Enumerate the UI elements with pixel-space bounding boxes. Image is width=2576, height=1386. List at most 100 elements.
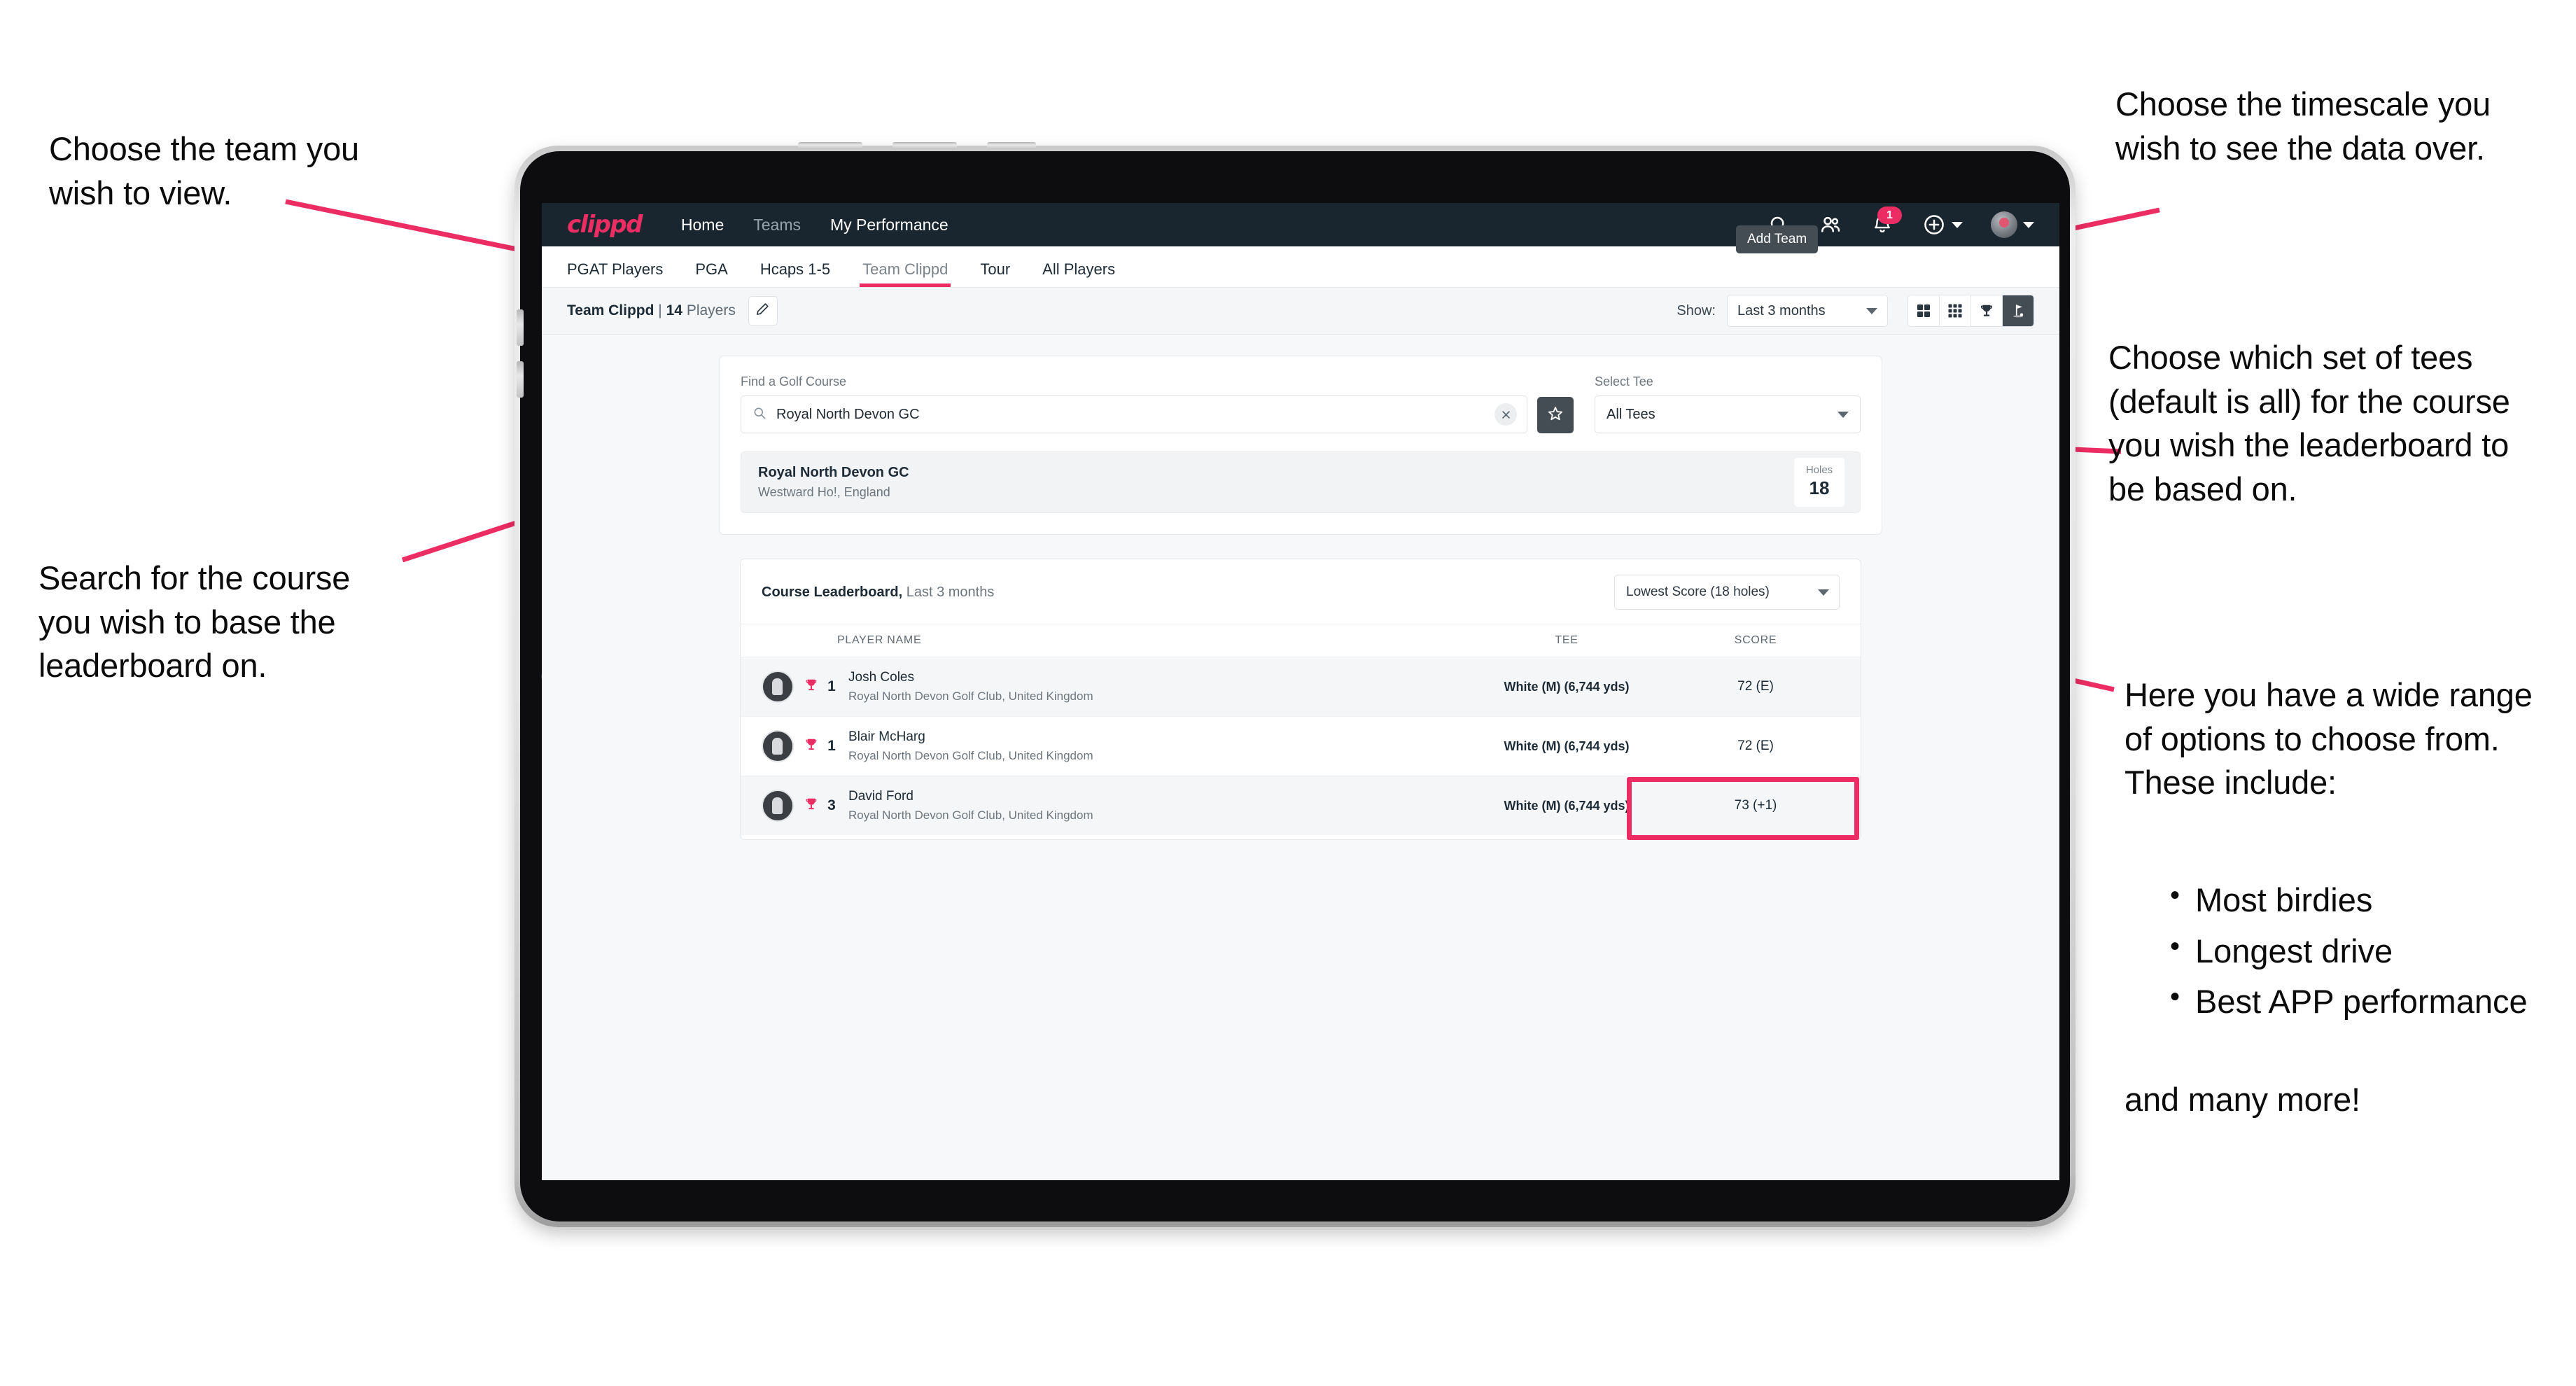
course-search-input[interactable]: Royal North Devon GC bbox=[741, 396, 1527, 433]
player-rank: 1 bbox=[827, 738, 836, 754]
course-leaderboard-card: Course Leaderboard, Last 3 months Lowest… bbox=[740, 559, 1861, 840]
select-tee-label: Select Tee bbox=[1595, 374, 1653, 388]
tablet-device-frame: clippd Home Teams My Performance 1 PGAT … bbox=[514, 142, 2076, 1227]
add-menu[interactable] bbox=[1922, 213, 1963, 237]
people-icon[interactable] bbox=[1819, 213, 1842, 237]
leaderboard-metric-value: Lowest Score (18 holes) bbox=[1626, 584, 1770, 599]
team-summary: Team Clippd | 14 Players bbox=[567, 302, 736, 319]
annotation-select-tees: Choose which set of tees (default is all… bbox=[2108, 339, 2510, 507]
team-tabs: PGAT Players PGA Hcaps 1-5 Team Clippd T… bbox=[542, 246, 2059, 288]
player-club: Royal North Devon Golf Club, United King… bbox=[848, 808, 1093, 822]
chevron-down-icon bbox=[1866, 307, 1877, 314]
player-tee: White (M) (6,744 yds) bbox=[1504, 738, 1630, 753]
annotation-search-course: Search for the course you wish to base t… bbox=[38, 559, 351, 684]
tee-select-value: All Tees bbox=[1606, 406, 1656, 422]
player-score: 73 (+1) bbox=[1734, 798, 1777, 813]
grid-2x2-icon-button[interactable] bbox=[1908, 295, 1940, 326]
golf-flag-icon-button[interactable] bbox=[2003, 295, 2033, 326]
list-item: Most birdies bbox=[2163, 877, 2576, 923]
player-name: David Ford bbox=[848, 789, 913, 804]
leaderboard-subtitle: Last 3 months bbox=[906, 584, 995, 600]
leaderboard-title-main: Course Leaderboard, bbox=[762, 584, 903, 600]
column-player-name: PLAYER NAME bbox=[837, 634, 922, 646]
plus-icon[interactable] bbox=[1922, 213, 1946, 237]
volume-down-button bbox=[892, 142, 957, 149]
tab-all-players[interactable]: All Players bbox=[1042, 260, 1115, 287]
tab-team-clippd[interactable]: Team Clippd bbox=[860, 260, 951, 287]
trophy-icon bbox=[804, 677, 819, 697]
course-search-column: Find a Golf Course Royal North Devon GC bbox=[741, 374, 1527, 433]
timescale-select[interactable]: Last 3 months bbox=[1727, 295, 1888, 327]
chevron-down-icon bbox=[1818, 589, 1829, 596]
leaderboard-title: Course Leaderboard, Last 3 months bbox=[762, 584, 994, 601]
grid-3x3-icon-button[interactable] bbox=[1940, 295, 1971, 326]
trophy-icon bbox=[804, 796, 819, 816]
volume-up-button bbox=[798, 142, 862, 149]
search-icon bbox=[752, 406, 766, 424]
tab-tour[interactable]: Tour bbox=[980, 260, 1010, 287]
power-button bbox=[987, 142, 1036, 149]
avatar[interactable] bbox=[1991, 211, 2017, 238]
timescale-value: Last 3 months bbox=[1737, 302, 1826, 318]
chevron-down-icon bbox=[2023, 221, 2034, 228]
leaderboard-player-cell: 1 Josh Coles Royal North Devon Golf Club… bbox=[762, 670, 1462, 704]
clippd-logo[interactable]: clippd bbox=[567, 211, 643, 239]
pencil-icon bbox=[755, 302, 770, 320]
find-course-label: Find a Golf Course bbox=[741, 374, 847, 388]
view-toggle-group bbox=[1907, 295, 2034, 327]
player-score: 72 (E) bbox=[1737, 738, 1774, 753]
annotation-options-intro: Here you have a wide range of options to… bbox=[2124, 676, 2533, 801]
player-score: 72 (E) bbox=[1737, 679, 1774, 694]
holes-value: 18 bbox=[1809, 477, 1830, 498]
player-rank: 1 bbox=[827, 678, 836, 694]
account-menu[interactable] bbox=[1991, 211, 2034, 238]
close-icon[interactable] bbox=[1494, 403, 1517, 426]
leaderboard-metric-select[interactable]: Lowest Score (18 holes) bbox=[1614, 575, 1840, 610]
favourite-course-button[interactable] bbox=[1537, 397, 1574, 433]
add-team-tooltip: Add Team bbox=[1736, 225, 1819, 253]
annotation-timescale: Choose the timescale you wish to see the… bbox=[2115, 85, 2491, 167]
tab-pga[interactable]: PGA bbox=[695, 260, 727, 287]
trophy-icon bbox=[804, 736, 819, 757]
course-result-text: Royal North Devon GC Westward Ho!, Engla… bbox=[758, 465, 909, 500]
table-row[interactable]: 1 Blair McHarg Royal North Devon Golf Cl… bbox=[741, 716, 1861, 776]
course-name: Royal North Devon GC bbox=[758, 465, 909, 480]
trophy-icon-button[interactable] bbox=[1971, 295, 2003, 326]
list-item: Best APP performance bbox=[2163, 979, 2576, 1024]
side-button-a bbox=[517, 309, 524, 346]
chevron-down-icon bbox=[1952, 221, 1963, 228]
avatar bbox=[762, 730, 794, 762]
player-name: Blair McHarg bbox=[848, 729, 925, 744]
annotation-options-list: Most birdies Longest drive Best APP perf… bbox=[2163, 877, 2576, 1031]
course-result-item[interactable]: Royal North Devon GC Westward Ho!, Engla… bbox=[741, 451, 1861, 513]
toolbar-right: Show: Last 3 months bbox=[1676, 295, 2034, 327]
leaderboard-header: Course Leaderboard, Last 3 months Lowest… bbox=[741, 559, 1861, 624]
nav-link-my-performance[interactable]: My Performance bbox=[830, 216, 948, 234]
column-score: SCORE bbox=[1734, 634, 1777, 646]
table-row[interactable]: 1 Josh Coles Royal North Devon Golf Club… bbox=[741, 657, 1861, 716]
holes-badge: Holes 18 bbox=[1794, 458, 1844, 507]
team-name: Team Clippd bbox=[567, 302, 654, 318]
course-search-value: Royal North Devon GC bbox=[776, 406, 920, 422]
tab-hcaps-1-5[interactable]: Hcaps 1-5 bbox=[760, 260, 830, 287]
player-name: Josh Coles bbox=[848, 670, 914, 685]
edit-team-button[interactable] bbox=[748, 296, 778, 326]
annotation-choose-team: Choose the team you wish to view. bbox=[49, 130, 359, 211]
player-tee: White (M) (6,744 yds) bbox=[1504, 798, 1630, 813]
course-search-row: Find a Golf Course Royal North Devon GC bbox=[741, 374, 1861, 433]
tee-select-column: Select Tee All Tees bbox=[1595, 374, 1861, 433]
bell-icon[interactable]: 1 bbox=[1870, 206, 1902, 237]
tablet-screen: clippd Home Teams My Performance 1 PGAT … bbox=[542, 203, 2059, 1180]
player-info: Blair McHarg Royal North Devon Golf Club… bbox=[848, 729, 1093, 763]
leaderboard-player-cell: 1 Blair McHarg Royal North Devon Golf Cl… bbox=[762, 729, 1462, 763]
player-club: Royal North Devon Golf Club, United King… bbox=[848, 749, 1093, 762]
tab-pgat-players[interactable]: PGAT Players bbox=[567, 260, 663, 287]
star-icon bbox=[1547, 405, 1564, 426]
player-info: David Ford Royal North Devon Golf Club, … bbox=[848, 789, 1093, 822]
nav-link-teams[interactable]: Teams bbox=[753, 216, 801, 234]
tee-select[interactable]: All Tees bbox=[1595, 396, 1861, 433]
table-row[interactable]: 3 David Ford Royal North Devon Golf Club… bbox=[741, 776, 1861, 835]
separator: | bbox=[658, 302, 662, 318]
player-info: Josh Coles Royal North Devon Golf Club, … bbox=[848, 670, 1093, 704]
nav-link-home[interactable]: Home bbox=[681, 216, 724, 234]
